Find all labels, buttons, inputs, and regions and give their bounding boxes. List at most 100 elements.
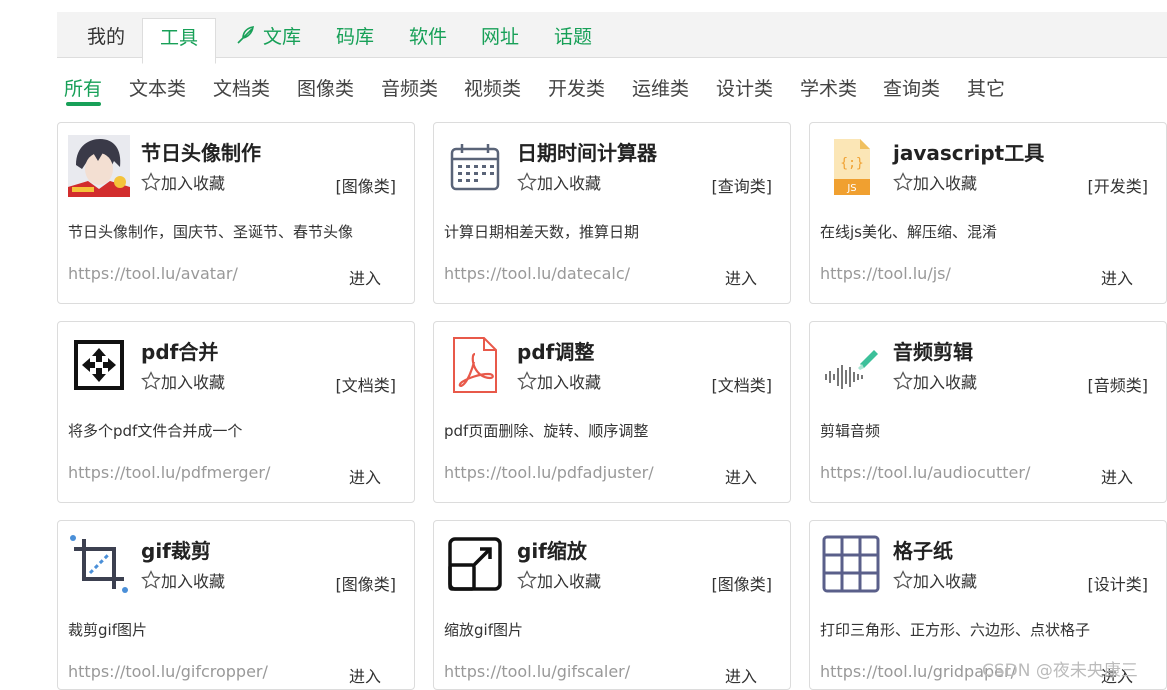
pdf-file-icon [444, 334, 506, 396]
category-tag[interactable]: [音频类] [1088, 372, 1149, 396]
enter-link[interactable]: 进入 [725, 464, 757, 488]
tool-url[interactable]: https://tool.lu/avatar/ [68, 264, 238, 283]
enter-link[interactable]: 进入 [725, 265, 757, 289]
category-tag[interactable]: [开发类] [1088, 173, 1149, 197]
merge-icon [68, 334, 130, 396]
js-file-icon: {;} JS [820, 135, 882, 197]
tool-description: 将多个pdf文件合并成一个 [68, 422, 243, 440]
tab-docs[interactable]: 文库 [235, 12, 301, 58]
tool-description: 裁剪gif图片 [68, 621, 147, 639]
category-video[interactable]: 视频类 [464, 74, 521, 101]
favorite-button[interactable]: 加入收藏 [141, 170, 225, 194]
category-query[interactable]: 查询类 [883, 74, 940, 101]
svg-text:{;}: {;} [840, 156, 863, 171]
tool-card[interactable]: pdf合并 加入收藏 [文档类] 将多个pdf文件合并成一个 https://t… [57, 321, 415, 503]
star-icon [517, 570, 537, 589]
tool-description: 节日头像制作，国庆节、圣诞节、春节头像 [68, 223, 354, 241]
enter-link[interactable]: 进入 [725, 663, 757, 687]
favorite-button[interactable]: 加入收藏 [517, 369, 601, 393]
category-filter-bar: 所有 文本类 文档类 图像类 音频类 视频类 开发类 运维类 设计类 学术类 查… [0, 70, 1167, 110]
favorite-button[interactable]: 加入收藏 [141, 568, 225, 592]
category-tag[interactable]: [设计类] [1088, 571, 1149, 595]
category-tag[interactable]: [图像类] [336, 571, 397, 595]
grid-icon [820, 533, 882, 595]
tab-mine[interactable]: 我的 [87, 12, 125, 58]
favorite-button[interactable]: 加入收藏 [517, 170, 601, 194]
tab-code[interactable]: 码库 [336, 12, 374, 58]
tool-card[interactable]: gif缩放 加入收藏 [图像类] 缩放gif图片 https://tool.lu… [433, 520, 791, 690]
favorite-label: 加入收藏 [161, 572, 226, 591]
tool-url[interactable]: https://tool.lu/js/ [820, 264, 951, 283]
tab-topics[interactable]: 话题 [554, 12, 592, 58]
category-ops[interactable]: 运维类 [632, 74, 689, 101]
star-icon [893, 371, 913, 390]
category-tag[interactable]: [图像类] [336, 173, 397, 197]
favorite-label: 加入收藏 [537, 373, 602, 392]
favorite-label: 加入收藏 [913, 174, 978, 193]
tool-title[interactable]: 音频剪辑 [893, 336, 973, 365]
tool-description: pdf页面删除、旋转、顺序调整 [444, 422, 649, 440]
enter-link[interactable]: 进入 [349, 464, 381, 488]
category-audio[interactable]: 音频类 [381, 74, 438, 101]
calendar-icon [444, 135, 506, 197]
enter-link[interactable]: 进入 [1101, 265, 1133, 289]
tab-software[interactable]: 软件 [409, 12, 447, 58]
tab-urls[interactable]: 网址 [481, 12, 519, 58]
favorite-label: 加入收藏 [913, 572, 978, 591]
svg-text:JS: JS [846, 183, 856, 194]
tool-title[interactable]: 节日头像制作 [141, 137, 261, 166]
favorite-label: 加入收藏 [537, 572, 602, 591]
category-other[interactable]: 其它 [967, 74, 1005, 101]
star-icon [141, 371, 161, 390]
enter-link[interactable]: 进入 [349, 663, 381, 687]
tool-card[interactable]: 日期时间计算器 加入收藏 [查询类] 计算日期相差天数，推算日期 https:/… [433, 122, 791, 304]
tool-url[interactable]: https://tool.lu/pdfadjuster/ [444, 463, 654, 482]
tool-description: 打印三角形、正方形、六边形、点状格子 [820, 621, 1091, 639]
resize-icon [444, 533, 506, 595]
tool-description: 在线js美化、解压缩、混淆 [820, 223, 997, 241]
tool-card[interactable]: gif裁剪 加入收藏 [图像类] 裁剪gif图片 https://tool.lu… [57, 520, 415, 690]
category-tag[interactable]: [查询类] [712, 173, 773, 197]
category-tag[interactable]: [文档类] [712, 372, 773, 396]
favorite-button[interactable]: 加入收藏 [893, 170, 977, 194]
tool-card[interactable]: 节日头像制作 加入收藏 [图像类] 节日头像制作，国庆节、圣诞节、春节头像 ht… [57, 122, 415, 304]
tool-title[interactable]: javascript工具 [893, 137, 1044, 166]
favorite-button[interactable]: 加入收藏 [141, 369, 225, 393]
category-document[interactable]: 文档类 [213, 74, 270, 101]
tool-title[interactable]: gif缩放 [517, 535, 587, 564]
watermark: CSDN @夜未央康三 [982, 661, 1138, 681]
feather-icon [237, 26, 254, 44]
favorite-button[interactable]: 加入收藏 [517, 568, 601, 592]
favorite-label: 加入收藏 [161, 174, 226, 193]
tool-card[interactable]: {;} JS javascript工具 加入收藏 [开发类] 在线js美化、解压… [809, 122, 1167, 304]
tool-card[interactable]: 音频剪辑 加入收藏 [音频类] 剪辑音频 https://tool.lu/aud… [809, 321, 1167, 503]
tool-url[interactable]: https://tool.lu/gifcropper/ [68, 662, 268, 681]
tool-url[interactable]: https://tool.lu/gifscaler/ [444, 662, 630, 681]
tab-docs-label: 文库 [263, 26, 302, 48]
favorite-button[interactable]: 加入收藏 [893, 568, 977, 592]
tool-url[interactable]: https://tool.lu/pdfmerger/ [68, 463, 270, 482]
star-icon [141, 570, 161, 589]
tool-card[interactable]: pdf调整 加入收藏 [文档类] pdf页面删除、旋转、顺序调整 https:/… [433, 321, 791, 503]
tool-description: 计算日期相差天数，推算日期 [444, 223, 640, 241]
tool-title[interactable]: pdf合并 [141, 336, 218, 365]
tool-title[interactable]: gif裁剪 [141, 535, 211, 564]
category-tag[interactable]: [文档类] [336, 372, 397, 396]
category-image[interactable]: 图像类 [297, 74, 354, 101]
tab-tools[interactable]: 工具 [142, 18, 216, 64]
tool-url[interactable]: https://tool.lu/audiocutter/ [820, 463, 1030, 482]
category-academic[interactable]: 学术类 [800, 74, 857, 101]
category-all[interactable]: 所有 [64, 74, 102, 101]
enter-link[interactable]: 进入 [1101, 464, 1133, 488]
category-dev[interactable]: 开发类 [548, 74, 605, 101]
tool-title[interactable]: 格子纸 [893, 535, 953, 564]
enter-link[interactable]: 进入 [349, 265, 381, 289]
tool-url[interactable]: https://tool.lu/datecalc/ [444, 264, 630, 283]
category-design[interactable]: 设计类 [716, 74, 773, 101]
avatar-image-icon [68, 135, 130, 197]
category-tag[interactable]: [图像类] [712, 571, 773, 595]
tool-title[interactable]: pdf调整 [517, 336, 594, 365]
tool-title[interactable]: 日期时间计算器 [517, 137, 657, 166]
favorite-button[interactable]: 加入收藏 [893, 369, 977, 393]
category-text[interactable]: 文本类 [129, 74, 186, 101]
